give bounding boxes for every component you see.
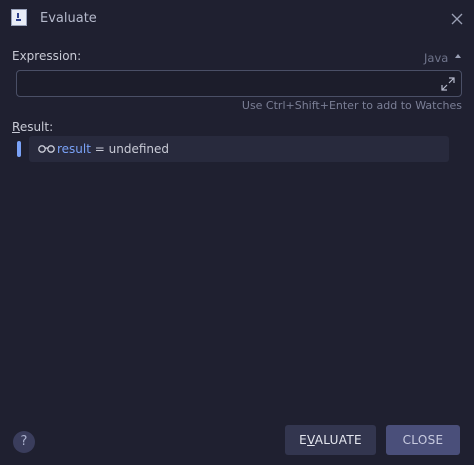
close-button[interactable]: CLOSE [386,425,460,455]
evaluate-label-rest: ALUATE [314,433,362,447]
evaluate-label-start: E [299,433,308,447]
expression-label: Expression: [12,49,82,63]
language-selector[interactable]: Java [424,51,448,65]
result-variable-name: result [57,142,91,156]
result-label: Result: [12,120,53,134]
window-title: Evaluate [40,11,97,26]
result-variable-value: undefined [108,142,170,156]
expression-input[interactable] [16,70,462,97]
watches-hint: Use Ctrl+Shift+Enter to add to Watches [241,99,462,112]
help-button[interactable]: ? [13,431,35,453]
caret-up-icon[interactable] [455,54,461,58]
result-value: result = undefined [57,142,169,156]
java-app-icon [11,9,27,26]
close-icon[interactable] [449,11,465,27]
result-label-rest: esult: [19,120,54,134]
result-selection-bar [17,141,21,157]
glasses-icon [38,145,55,153]
title-bar: Evaluate [0,0,474,38]
evaluate-button[interactable]: EVALUATE [285,425,376,455]
result-label-mnemonic: R [12,120,20,134]
evaluate-mnemonic: V [307,433,315,447]
result-separator: = [90,142,109,156]
expand-icon[interactable] [440,76,456,92]
